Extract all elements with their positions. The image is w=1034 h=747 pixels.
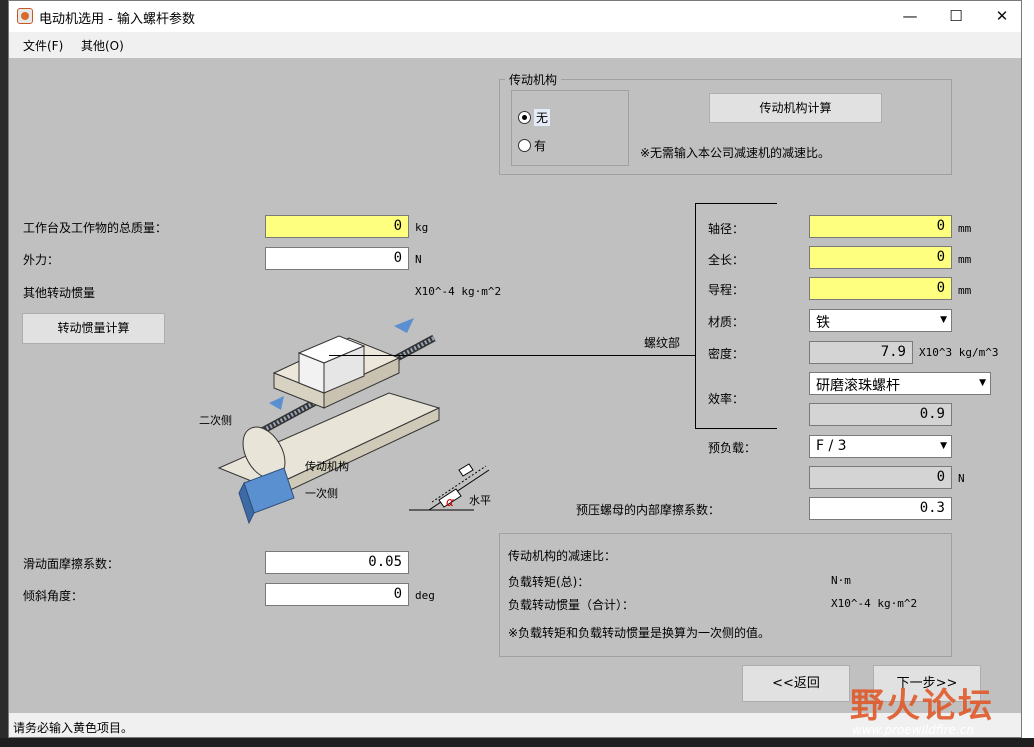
efficiency-type-value: 研磨滚珠螺杆 [816,378,900,394]
bracket-vertical [695,203,696,429]
density-label: 密度： [708,347,745,361]
desktop-background [1022,0,1034,747]
lead-unit: mm [958,284,972,297]
main-content: 传动机构 无 有 传动机构计算 ※无需输入本公司减速机的减速比。 工作台及工作物… [9,58,1021,713]
total-mass-input[interactable]: 0 [265,215,409,238]
diameter-input[interactable]: 0 [809,215,952,238]
watermark-text: 野火论坛 [850,686,994,726]
menu-other[interactable]: 其他(O) [81,37,124,54]
total-mass-label: 工作台及工作物的总质量： [23,221,168,235]
torque-label: 负载转矩(总)： [508,575,590,589]
result-inertia-label: 负载转动惯量（合计）： [508,598,635,612]
preload-select[interactable]: F / 3 ▼ [809,435,952,458]
chevron-down-icon: ▼ [979,378,986,388]
density-unit: X10^3 kg/m^3 [919,346,999,359]
other-inertia-label: 其他转动惯量 [23,286,96,300]
efficiency-type-select[interactable]: 研磨滚珠螺杆 ▼ [809,372,991,395]
friction-label: 滑动面摩擦系数： [23,557,120,571]
incline-unit: deg [415,589,435,602]
preload-select-value: F / 3 [816,438,847,454]
bracket-bottom [695,428,777,429]
density-input[interactable]: 7.9 [809,341,913,364]
other-inertia-unit: X10^-4 kg·m^2 [415,285,502,298]
result-note: ※负载转矩和负载转动惯量是换算为一次侧的值。 [508,626,771,640]
material-select[interactable]: 铁 ▼ [809,309,952,332]
window-title: 电动机选用 - 输入螺杆参数 [39,12,195,27]
primary-side-label: 一次侧 [305,487,338,500]
lead-input[interactable]: 0 [809,277,952,300]
nut-friction-label: 预压螺母的内部摩擦系数： [576,503,721,517]
app-window: 电动机选用 - 输入螺杆参数 — ☐ ✕ 文件(F) 其他(O) 传动机构 无 … [8,0,1022,738]
leader-line [329,355,695,356]
length-unit: mm [958,253,972,266]
close-button[interactable]: ✕ [979,1,1021,32]
minimize-button[interactable]: — [887,1,933,32]
screw-part-label: 螺纹部 [644,336,681,350]
chevron-down-icon: ▼ [940,441,947,451]
maximize-button[interactable]: ☐ [933,1,979,32]
external-force-input[interactable]: 0 [265,247,409,270]
incline-label: 倾斜角度： [23,589,84,603]
nut-friction-input[interactable]: 0.3 [809,497,952,520]
transmission-radio-group [511,90,629,166]
length-input[interactable]: 0 [809,246,952,269]
length-label: 全长： [708,253,745,267]
ratio-label: 传动机构的减速比： [508,549,617,563]
diameter-unit: mm [958,222,972,235]
external-force-unit: N [415,253,422,266]
preload-force-input[interactable]: 0 [809,466,952,489]
bracket-top [695,203,777,204]
alpha-label: α [446,495,454,509]
transmission-calc-button[interactable]: 传动机构计算 [709,93,882,123]
transmission-group-label: 传动机构 [505,71,562,88]
watermark: 野火论坛 www.proewildfire.cn [848,666,1034,742]
incline-input[interactable]: 0 [265,583,409,606]
lead-label: 导程： [708,283,745,297]
title-bar: 电动机选用 - 输入螺杆参数 — ☐ ✕ [9,1,1021,32]
radio-have[interactable] [518,139,531,152]
watermark-url: www.proewildfire.cn [852,723,974,737]
horizontal-label: 水平 [469,494,491,507]
status-text: 请务必输入黄色项目。 [13,721,134,735]
app-icon [17,8,33,24]
menu-bar: 文件(F) 其他(O) [9,32,1021,58]
preload-label: 预负载： [708,441,757,455]
radio-none-label[interactable]: 无 [534,109,551,126]
chevron-down-icon: ▼ [940,315,947,325]
total-mass-unit: kg [415,221,429,234]
diameter-label: 轴径： [708,222,745,236]
transmission-note: ※无需输入本公司减速机的减速比。 [640,146,831,160]
friction-input[interactable]: 0.05 [265,551,409,574]
result-inertia-unit: X10^-4 kg·m^2 [831,597,918,610]
secondary-side-label: 二次侧 [199,414,232,427]
menu-file[interactable]: 文件(F) [23,37,63,54]
torque-unit: N·m [831,574,851,587]
efficiency-input[interactable]: 0.9 [809,403,952,426]
radio-have-label[interactable]: 有 [534,137,546,154]
radio-none[interactable] [518,111,531,124]
external-force-label: 外力： [23,253,60,267]
inertia-calc-button[interactable]: 转动惯量计算 [22,313,165,344]
material-label: 材质： [708,315,745,329]
preload-force-unit: N [958,472,965,485]
motion-arrow-right [394,318,414,333]
mechanism-label: 传动机构 [305,460,349,473]
back-button[interactable]: <<返回 [742,665,850,702]
efficiency-label: 效率： [708,392,745,406]
material-select-value: 铁 [816,315,830,331]
motion-arrow-left [269,396,284,410]
